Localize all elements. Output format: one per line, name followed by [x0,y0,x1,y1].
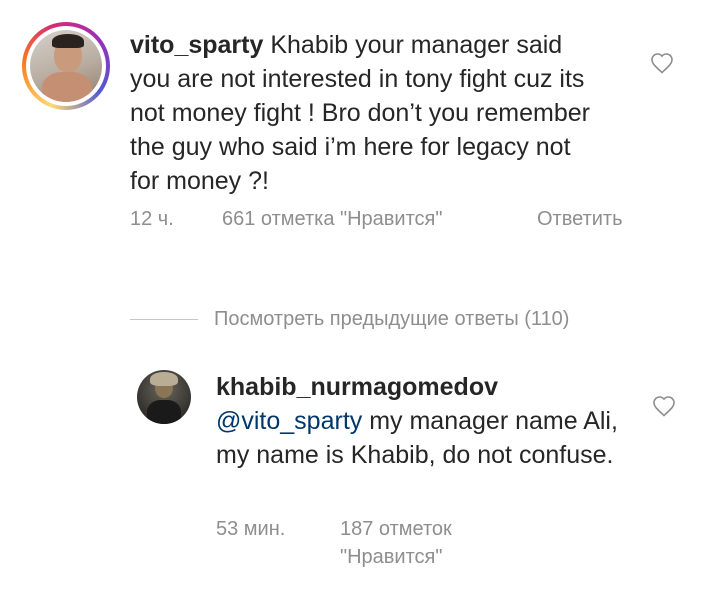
reply-likes-label[interactable]: "Нравится" [340,543,442,571]
divider-line [130,318,198,320]
avatar-vito-sparty[interactable] [22,22,110,110]
comment-username[interactable]: vito_sparty [130,31,263,59]
comment-body: vito_sparty Khabib your manager said you… [130,28,600,198]
comment-vito-sparty: vito_sparty Khabib your manager said you… [0,0,720,290]
view-previous-replies-label: Посмотреть предыдущие ответы (110) [214,307,570,330]
heart-icon[interactable] [650,52,674,74]
comment-likes-count[interactable]: 661 отметка "Нравится" [222,205,442,233]
heart-icon[interactable] [652,395,676,417]
comment-time: 12 ч. [130,208,174,230]
view-previous-replies[interactable]: Посмотреть предыдущие ответы (110) [130,303,569,335]
reply-mention[interactable]: @vito_sparty [216,407,362,435]
reply-time: 53 мин. [216,518,286,540]
reply-username[interactable]: khabib_nurmagomedov [216,370,636,404]
reply-likes-count[interactable]: 187 отметок [340,515,452,543]
reply-button[interactable]: Ответить [537,205,623,233]
reply-body: khabib_nurmagomedov @vito_sparty my mana… [216,370,636,472]
avatar-khabib[interactable] [137,370,191,424]
avatar-photo [30,30,102,102]
